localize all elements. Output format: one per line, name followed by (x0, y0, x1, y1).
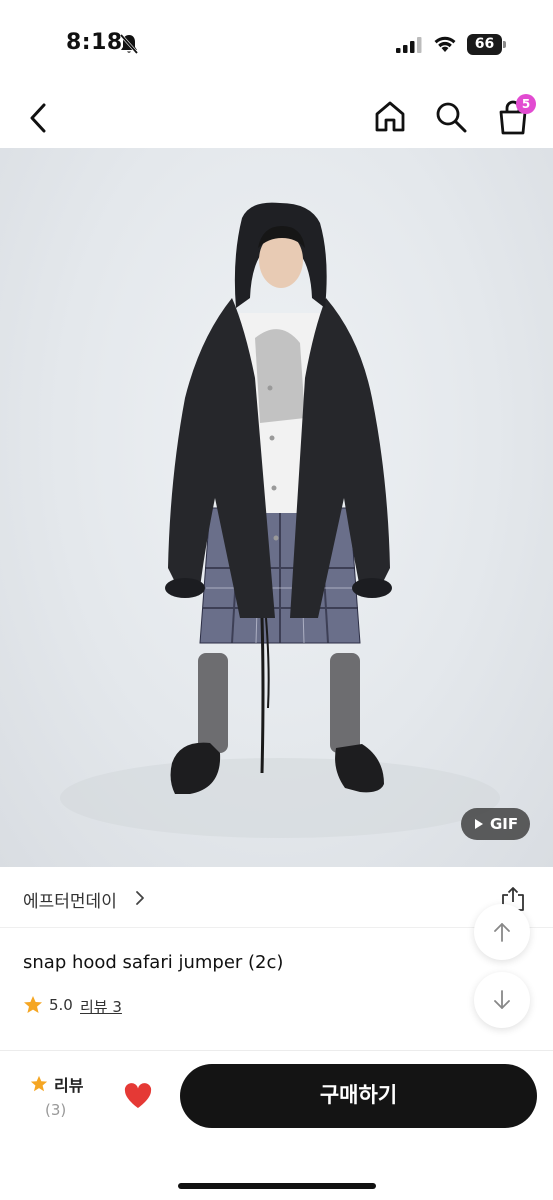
search-icon[interactable] (434, 100, 468, 134)
product-photo (60, 202, 500, 838)
product-image[interactable] (0, 148, 553, 867)
buy-button[interactable]: 구매하기 (180, 1064, 537, 1128)
signal-icon (396, 37, 422, 53)
brand-row[interactable]: 에프터먼데이 (0, 868, 553, 928)
battery-icon: 66 (467, 34, 507, 55)
chevron-right-icon (136, 891, 144, 905)
brand-name[interactable]: 에프터먼데이 (23, 887, 117, 912)
scroll-down-button[interactable] (474, 972, 530, 1028)
status-bar: 8:18 66 (0, 0, 553, 84)
rating-value: 5.0 (49, 996, 73, 1014)
status-time: 8:18 (66, 30, 123, 55)
cart-badge: 5 (516, 94, 536, 114)
review-label[interactable]: 리뷰 (54, 1072, 83, 1096)
arrow-up-icon (494, 923, 510, 942)
scroll-up-button[interactable] (474, 904, 530, 960)
wifi-icon (434, 36, 456, 52)
arrow-down-icon (494, 990, 510, 1009)
home-icon[interactable] (373, 100, 407, 134)
bell-muted-icon (119, 34, 139, 54)
bottom-bar: 리뷰 (3) 구매하기 (0, 1050, 553, 1200)
star-icon (30, 1075, 48, 1092)
heart-icon[interactable] (123, 1082, 153, 1110)
battery-level: 66 (467, 34, 502, 55)
battery-tip (503, 41, 506, 48)
play-icon (475, 819, 483, 829)
star-icon (24, 996, 42, 1013)
back-icon[interactable] (24, 100, 54, 136)
review-count: (3) (45, 1101, 67, 1119)
nav-bar: 5 (0, 84, 553, 150)
product-title: snap hood safari jumper (2c) (23, 952, 284, 973)
gif-label: GIF (490, 815, 519, 833)
review-link[interactable]: 리뷰 3 (80, 996, 122, 1017)
gif-badge[interactable]: GIF (461, 808, 530, 840)
home-indicator (178, 1183, 376, 1189)
